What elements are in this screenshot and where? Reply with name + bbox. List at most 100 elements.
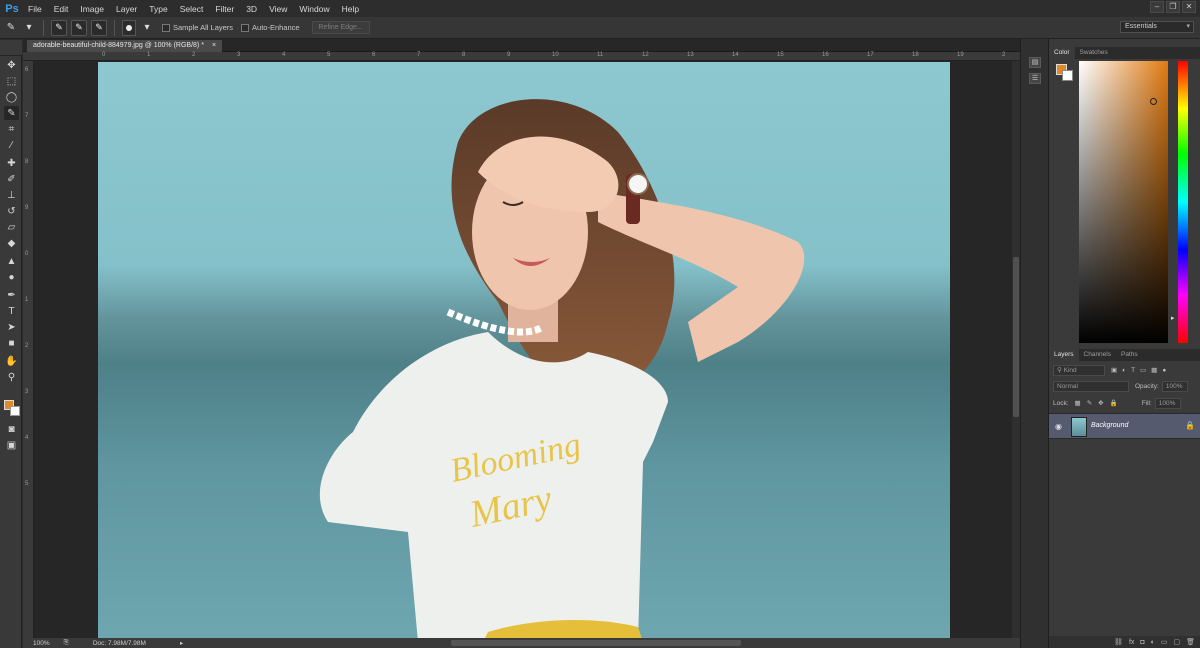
menu-image[interactable]: Image bbox=[74, 4, 110, 14]
divider bbox=[43, 19, 44, 36]
horizontal-scroll-thumb[interactable] bbox=[451, 640, 741, 646]
properties-panel-icon[interactable]: ☰ bbox=[1029, 73, 1041, 84]
quick-selection-tool-icon[interactable]: ✎ bbox=[4, 21, 18, 35]
sample-all-layers-checkbox[interactable]: Sample All Layers bbox=[162, 23, 233, 32]
sample-all-layers-label: Sample All Layers bbox=[173, 23, 234, 32]
tab-layers[interactable]: Layers bbox=[1049, 349, 1079, 361]
tab-paths[interactable]: Paths bbox=[1116, 349, 1143, 361]
menu-view[interactable]: View bbox=[263, 4, 293, 14]
canvas-area[interactable]: Blooming Mary bbox=[34, 61, 1012, 638]
eyedropper-tool-icon[interactable]: ⁄ bbox=[4, 138, 19, 152]
background-color-swatch[interactable] bbox=[10, 406, 20, 416]
healing-brush-tool-icon[interactable]: ✚ bbox=[4, 156, 19, 170]
tool-preset-dropdown-icon[interactable]: ▾ bbox=[22, 21, 36, 35]
menu-layer[interactable]: Layer bbox=[110, 4, 143, 14]
type-tool-icon[interactable]: T bbox=[4, 304, 19, 318]
lock-icons[interactable]: ▦✎✥🔒 bbox=[1075, 399, 1124, 407]
new-group-icon[interactable]: ▭ bbox=[1161, 638, 1168, 646]
ruler-label: 1 bbox=[147, 52, 151, 58]
refine-edge-button[interactable]: Refine Edge... bbox=[311, 21, 370, 34]
tab-channels[interactable]: Channels bbox=[1079, 349, 1116, 361]
pen-tool-icon[interactable]: ✒ bbox=[4, 288, 19, 302]
brush-size-picker[interactable] bbox=[122, 19, 136, 36]
document-image[interactable]: Blooming Mary bbox=[98, 62, 950, 638]
checkbox-box[interactable] bbox=[241, 23, 250, 32]
menu-window[interactable]: Window bbox=[293, 4, 335, 14]
quick-selection-tool-icon[interactable]: ✎ bbox=[4, 106, 19, 120]
minimize-icon[interactable]: – bbox=[1150, 1, 1164, 13]
status-menu-arrow-icon[interactable]: ▸ bbox=[180, 639, 183, 647]
layer-row[interactable]: ◉ Background 🔒 bbox=[1049, 413, 1200, 439]
layer-thumbnail bbox=[1071, 417, 1087, 437]
eraser-tool-icon[interactable]: ▱ bbox=[4, 220, 19, 234]
brush-dropdown-icon[interactable]: ▾ bbox=[140, 21, 154, 35]
hue-slider[interactable] bbox=[1178, 61, 1188, 343]
ruler-label: 2 bbox=[25, 343, 29, 349]
rectangle-tool-icon[interactable]: ■ bbox=[4, 336, 19, 350]
history-panel-icon[interactable]: ▤ bbox=[1029, 57, 1041, 68]
brush-tool-icon[interactable]: ✐ bbox=[4, 172, 19, 186]
close-tab-icon[interactable]: × bbox=[212, 40, 216, 52]
menu-filter[interactable]: Filter bbox=[209, 4, 240, 14]
blur-tool-icon[interactable]: ▲ bbox=[4, 254, 19, 268]
ruler-label: 17 bbox=[867, 52, 874, 58]
checkbox-box[interactable] bbox=[162, 23, 170, 32]
quick-mask-icon[interactable]: ◙ bbox=[4, 422, 19, 436]
add-mask-icon[interactable]: ◘ bbox=[1140, 639, 1144, 646]
tab-color[interactable]: Color bbox=[1049, 47, 1075, 59]
lock-row: Lock: ▦✎✥🔒 Fill: 100% bbox=[1053, 397, 1181, 409]
menu-help[interactable]: Help bbox=[336, 4, 365, 14]
color-picker-marker[interactable] bbox=[1150, 98, 1157, 105]
blend-mode-select[interactable]: Normal bbox=[1053, 380, 1129, 392]
delete-layer-icon[interactable]: 🗑 bbox=[1186, 638, 1195, 646]
menu-type[interactable]: Type bbox=[143, 4, 173, 14]
workspace-select[interactable]: Essentials bbox=[1120, 21, 1194, 33]
layer-filter-icons[interactable]: ▣◐T▭▩● bbox=[1111, 366, 1171, 374]
ruler-label: 0 bbox=[25, 251, 29, 257]
restore-icon[interactable]: ❐ bbox=[1166, 1, 1180, 13]
menu-3d[interactable]: 3D bbox=[240, 4, 263, 14]
history-brush-tool-icon[interactable]: ↺ bbox=[4, 204, 19, 218]
menu-select[interactable]: Select bbox=[174, 4, 210, 14]
ruler-horizontal: 0 1 2 3 4 5 6 7 8 9 10 11 12 13 14 15 16… bbox=[23, 52, 1020, 61]
auto-enhance-checkbox[interactable]: Auto-Enhance bbox=[241, 23, 300, 32]
document-tab[interactable]: adorable-beautiful-child-884979.jpg @ 10… bbox=[27, 40, 223, 52]
opacity-input[interactable]: 100% bbox=[1161, 380, 1188, 392]
dodge-tool-icon[interactable]: ● bbox=[4, 270, 19, 284]
zoom-tool-icon[interactable]: ⚲ bbox=[4, 370, 19, 384]
background-color-chip[interactable] bbox=[1062, 70, 1073, 81]
move-tool-icon[interactable]: ✥ bbox=[4, 58, 19, 72]
scroll-thumb[interactable] bbox=[1013, 257, 1019, 417]
crop-tool-icon[interactable]: ⌗ bbox=[4, 122, 19, 136]
ruler-label: 11 bbox=[597, 52, 604, 58]
new-selection-brush-icon[interactable]: ✎ bbox=[51, 19, 67, 36]
add-to-selection-brush-icon[interactable]: ✎ bbox=[71, 19, 87, 36]
screen-mode-icon[interactable]: ▣ bbox=[4, 438, 19, 452]
adjustment-layer-icon[interactable]: ◐ bbox=[1151, 639, 1155, 646]
layer-name[interactable]: Background bbox=[1091, 422, 1128, 429]
link-layers-icon[interactable]: ⛓ bbox=[1114, 638, 1123, 646]
paint-bucket-tool-icon[interactable]: ◆ bbox=[4, 236, 19, 250]
close-icon[interactable]: ✕ bbox=[1182, 1, 1196, 13]
layer-style-icon[interactable]: fx bbox=[1129, 639, 1134, 646]
zoom-level[interactable]: 100% bbox=[33, 640, 50, 647]
marquee-tool-icon[interactable]: ⬚ bbox=[4, 74, 19, 88]
subtract-from-selection-brush-icon[interactable]: ✎ bbox=[91, 19, 107, 36]
clone-stamp-tool-icon[interactable]: ⊥ bbox=[4, 188, 19, 202]
vertical-scrollbar[interactable] bbox=[1012, 61, 1020, 638]
fill-input[interactable]: 100% bbox=[1154, 397, 1181, 409]
ruler-label: 12 bbox=[642, 52, 649, 58]
tab-swatches[interactable]: Swatches bbox=[1075, 47, 1113, 59]
menu-file[interactable]: File bbox=[22, 4, 48, 14]
layer-filter-select[interactable]: ⚲ Kind bbox=[1053, 364, 1105, 376]
hand-tool-icon[interactable]: ✋ bbox=[4, 354, 19, 368]
ruler-label: 8 bbox=[25, 159, 29, 165]
eye-icon[interactable]: ◉ bbox=[1055, 422, 1062, 431]
menu-edit[interactable]: Edit bbox=[48, 4, 75, 14]
new-layer-icon[interactable]: ▢ bbox=[1173, 638, 1180, 646]
path-selection-tool-icon[interactable]: ➤ bbox=[4, 320, 19, 334]
status-export-icon[interactable]: ⎘ bbox=[64, 639, 69, 647]
lasso-tool-icon[interactable]: ◯ bbox=[4, 90, 19, 104]
hue-slider-arrow-icon[interactable]: ▸ bbox=[1171, 314, 1175, 322]
color-field[interactable] bbox=[1079, 61, 1168, 343]
